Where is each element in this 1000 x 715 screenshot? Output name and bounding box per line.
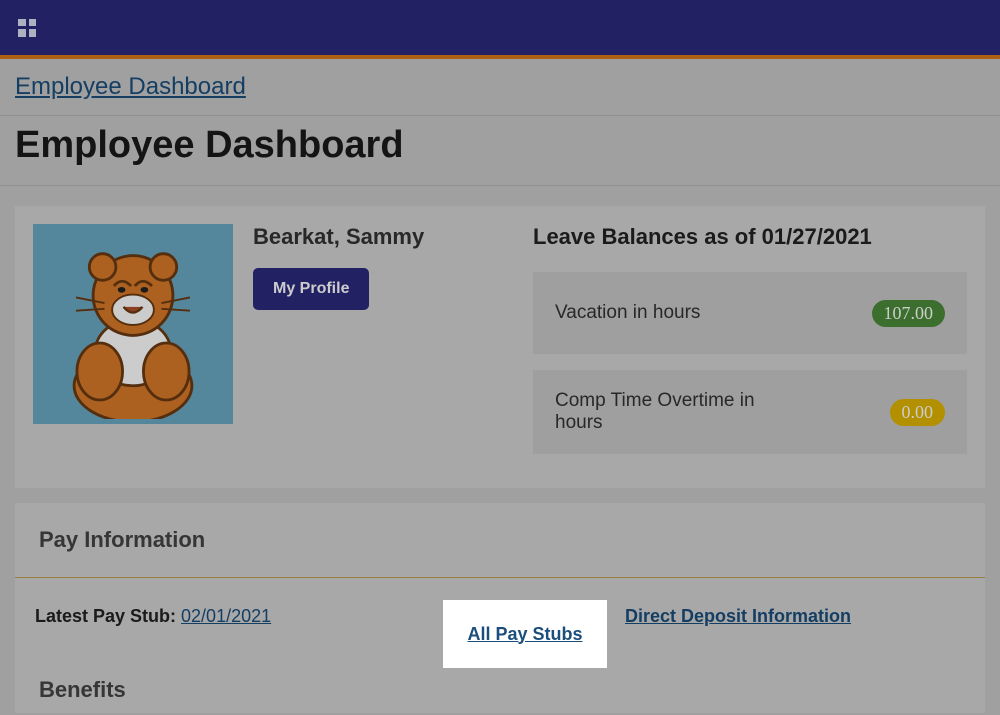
bearkat-avatar-icon [38, 229, 228, 419]
breadcrumb-link[interactable]: Employee Dashboard [15, 73, 246, 100]
latest-pay-stub-link[interactable]: 02/01/2021 [181, 606, 271, 626]
leave-label: Comp Time Overtime in hours [555, 390, 785, 434]
leave-badge: 0.00 [890, 399, 946, 426]
latest-pay-stub: Latest Pay Stub: 02/01/2021 [35, 606, 271, 627]
page-title: Employee Dashboard [15, 124, 985, 167]
all-pay-stubs-link[interactable]: All Pay Stubs [467, 624, 582, 645]
leave-item-vacation[interactable]: Vacation in hours 107.00 [533, 272, 967, 354]
apps-icon[interactable] [18, 19, 36, 37]
all-pay-stubs-highlight: All Pay Stubs [443, 600, 607, 668]
my-profile-button[interactable]: My Profile [253, 268, 369, 310]
breadcrumb: Employee Dashboard [0, 59, 1000, 116]
direct-deposit-link[interactable]: Direct Deposit Information [625, 606, 851, 626]
leave-label: Vacation in hours [555, 302, 700, 324]
pay-info-header: Pay Information [15, 503, 985, 578]
employee-name: Bearkat, Sammy [253, 224, 513, 250]
latest-pay-stub-label: Latest Pay Stub: [35, 606, 181, 626]
leave-balances-title: Leave Balances as of 01/27/2021 [533, 224, 967, 250]
top-bar [0, 0, 1000, 55]
profile-card: Bearkat, Sammy My Profile Leave Balances… [15, 206, 985, 488]
leave-badge: 107.00 [872, 300, 946, 327]
leave-item-comp-time[interactable]: Comp Time Overtime in hours 0.00 [533, 370, 967, 454]
avatar [33, 224, 233, 424]
